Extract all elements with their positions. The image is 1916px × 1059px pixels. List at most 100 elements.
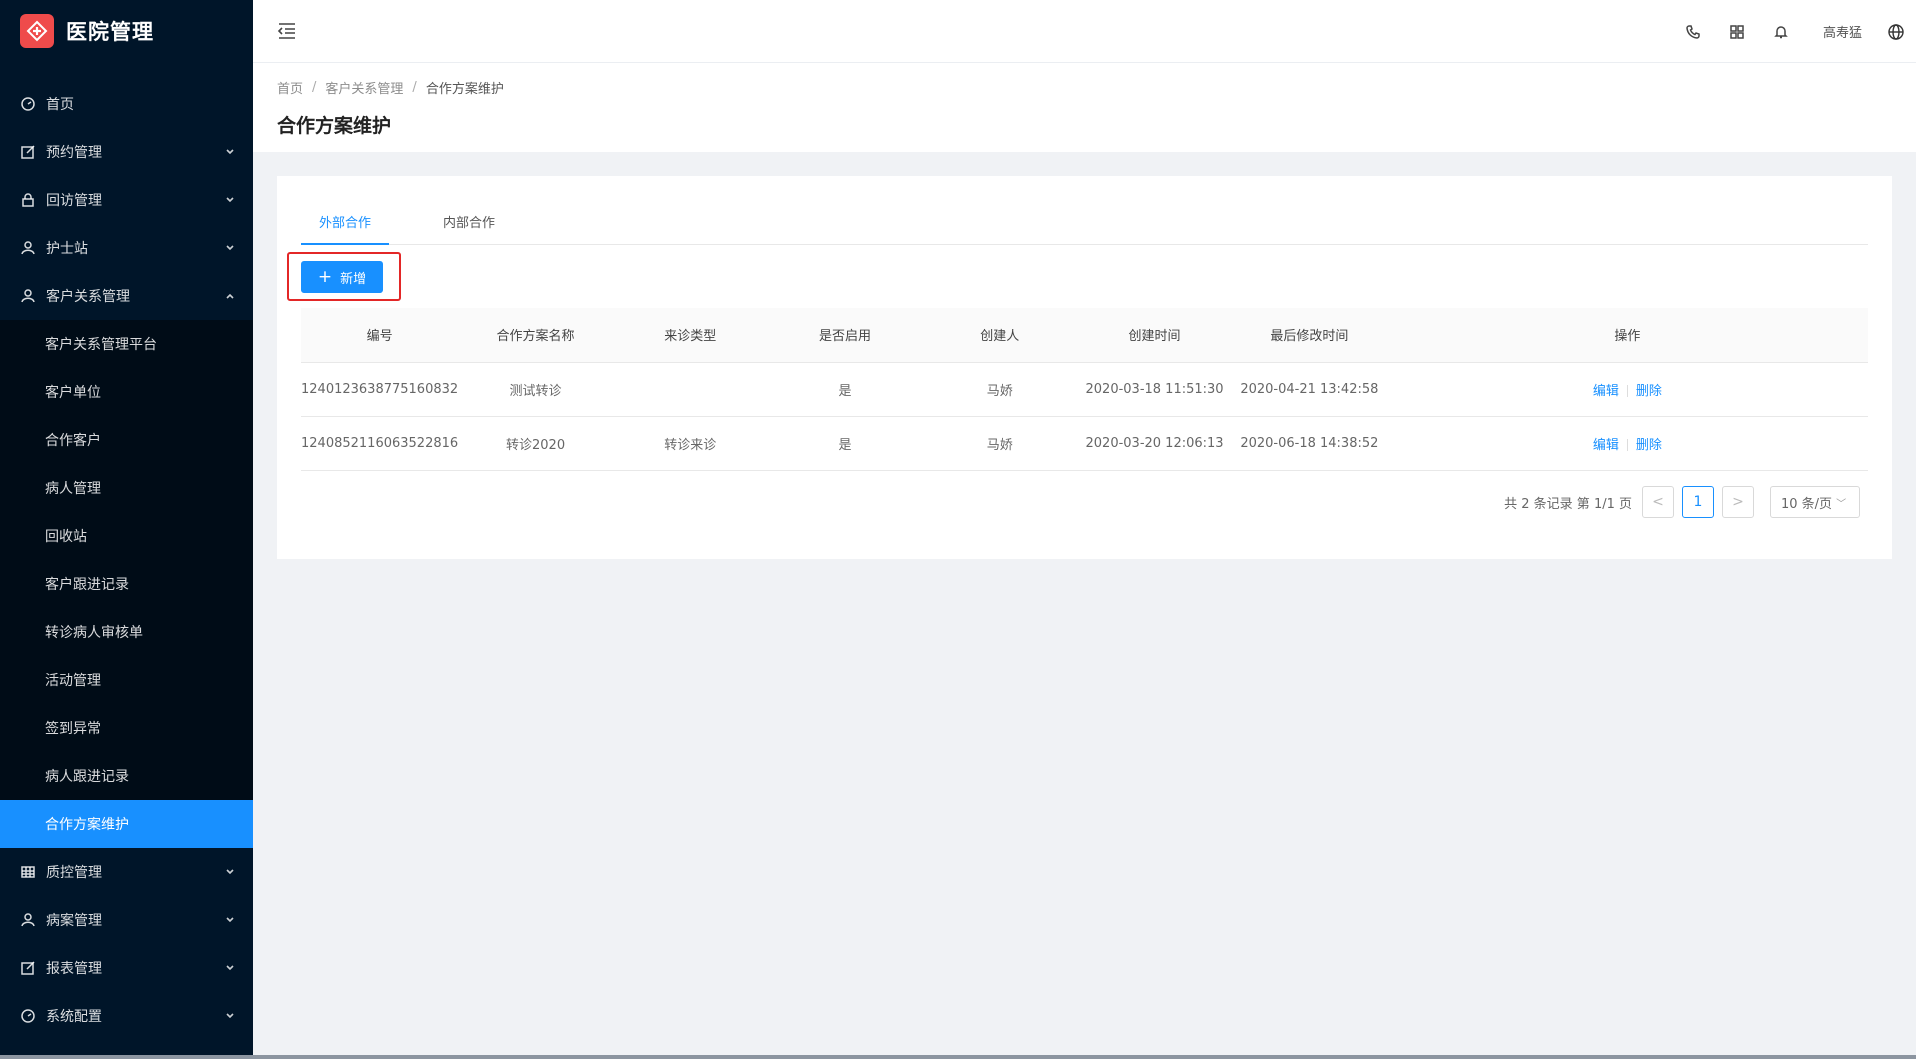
sidebar-item-quality-control[interactable]: 质控管理: [0, 848, 253, 896]
chevron-down-icon: [225, 963, 235, 973]
edit-icon: [20, 144, 36, 160]
pagination: 共 2 条记录 第 1/1 页 < 1 > 10 条/页 ﹀: [1504, 486, 1860, 518]
chevron-down-icon: [225, 867, 235, 877]
chevron-down-icon: [225, 243, 235, 253]
cell-actions: 编辑 删除: [1386, 416, 1868, 471]
page-title: 合作方案维护: [277, 115, 392, 137]
submenu-item-checkin-exception[interactable]: 签到异常: [0, 704, 253, 752]
bell-icon[interactable]: [1759, 0, 1803, 63]
cell-id: 1240123638775160832: [301, 362, 459, 417]
breadcrumb: 首页 / 客户关系管理 / 合作方案维护: [277, 78, 1916, 97]
cell-created-time: 2020-03-18 11:51:30: [1077, 362, 1232, 417]
chevron-down-icon: ﹀: [1836, 498, 1847, 510]
data-table: 编号 合作方案名称 来诊类型 是否启用 创建人 创建时间 最后修改时间 操作 1…: [301, 308, 1868, 471]
sidebar-item-home[interactable]: 首页: [0, 80, 253, 128]
chevron-up-icon: [225, 291, 235, 301]
sidebar-item-nurse-station[interactable]: 护士站: [0, 224, 253, 272]
action-divider: [1626, 439, 1628, 451]
cell-creator: 马娇: [922, 416, 1078, 471]
tab-external-cooperation[interactable]: 外部合作: [301, 211, 389, 245]
table-icon: [20, 864, 36, 880]
submenu-item-label: 病人管理: [45, 481, 101, 497]
delete-link[interactable]: 删除: [1636, 384, 1662, 399]
sidebar-item-label: 病案管理: [46, 913, 102, 929]
phone-icon[interactable]: [1671, 0, 1715, 63]
submenu-item-recycle-bin[interactable]: 回收站: [0, 512, 253, 560]
submenu-item-label: 活动管理: [45, 673, 101, 689]
column-header: 最后修改时间: [1231, 308, 1387, 363]
submenu-item-referral-review[interactable]: 转诊病人审核单: [0, 608, 253, 656]
add-button[interactable]: + 新增: [301, 261, 383, 293]
column-header: 合作方案名称: [458, 308, 613, 363]
sidebar-item-followup[interactable]: 回访管理: [0, 176, 253, 224]
prev-page-button[interactable]: <: [1642, 486, 1674, 518]
table-row: 1240852116063522816 转诊2020 转诊来诊 是 马娇 202…: [301, 416, 1868, 471]
cell-creator: 马娇: [922, 362, 1078, 417]
submenu-item-label: 签到异常: [45, 721, 101, 737]
lock-icon: [20, 192, 36, 208]
submenu-item-activity-management[interactable]: 活动管理: [0, 656, 253, 704]
breadcrumb-separator: /: [312, 80, 317, 95]
cell-id: 1240852116063522816: [301, 416, 459, 471]
submenu-item-customer-unit[interactable]: 客户单位: [0, 368, 253, 416]
user-icon: [20, 912, 36, 928]
user-icon: [20, 288, 36, 304]
sidebar-item-system-config[interactable]: 系统配置: [0, 992, 253, 1040]
sidebar-item-appointment[interactable]: 预约管理: [0, 128, 253, 176]
sidebar-item-reports[interactable]: 报表管理: [0, 944, 253, 992]
chevron-down-icon: [225, 915, 235, 925]
highlight-box: + 新增: [287, 252, 401, 301]
sidebar-item-label: 预约管理: [46, 145, 102, 161]
plus-icon: +: [317, 266, 333, 287]
delete-link[interactable]: 删除: [1636, 438, 1662, 453]
breadcrumb-separator: /: [412, 80, 417, 95]
dashboard-icon: [20, 1008, 36, 1024]
sidebar-item-medical-records[interactable]: 病案管理: [0, 896, 253, 944]
submenu-item-label: 病人跟进记录: [45, 769, 129, 785]
edit-link[interactable]: 编辑: [1593, 438, 1619, 453]
submenu-item-customer-followup[interactable]: 客户跟进记录: [0, 560, 253, 608]
cell-plan-name: 转诊2020: [458, 416, 613, 471]
submenu-item-partner-customer[interactable]: 合作客户: [0, 416, 253, 464]
submenu-item-patient-followup[interactable]: 病人跟进记录: [0, 752, 253, 800]
next-page-button[interactable]: >: [1722, 486, 1754, 518]
cell-plan-name: 测试转诊: [458, 362, 613, 417]
column-header: 来诊类型: [612, 308, 768, 363]
hospital-logo-icon: [20, 14, 54, 48]
cell-modified-time: 2020-04-21 13:42:58: [1231, 362, 1387, 417]
sidebar-item-label: 护士站: [46, 241, 88, 257]
sidebar-item-label: 客户关系管理: [46, 289, 130, 305]
menu-fold-icon[interactable]: [277, 22, 297, 40]
page-button-current[interactable]: 1: [1682, 486, 1714, 518]
sidebar-item-label: 报表管理: [46, 961, 102, 977]
submenu-item-cooperation-plan[interactable]: 合作方案维护: [0, 800, 253, 848]
top-header: 高寿猛: [253, 0, 1916, 63]
column-header: 是否启用: [767, 308, 923, 363]
cell-enabled: 是: [767, 416, 923, 471]
sidebar-item-label: 回访管理: [46, 193, 102, 209]
submenu-item-patient-management[interactable]: 病人管理: [0, 464, 253, 512]
column-header: 操作: [1386, 308, 1868, 363]
header-actions: 高寿猛: [1671, 0, 1916, 63]
logo[interactable]: 医院管理: [0, 0, 253, 62]
sidebar-item-crm[interactable]: 客户关系管理: [0, 272, 253, 320]
user-icon: [20, 240, 36, 256]
cell-enabled: 是: [767, 362, 923, 417]
tab-internal-cooperation[interactable]: 内部合作: [409, 211, 529, 245]
action-divider: [1626, 385, 1628, 397]
breadcrumb-item[interactable]: 客户关系管理: [325, 78, 403, 97]
cell-visit-type: 转诊来诊: [612, 416, 768, 471]
breadcrumb-item[interactable]: 首页: [277, 78, 303, 97]
edit-link[interactable]: 编辑: [1593, 384, 1619, 399]
submenu-item-crm-platform[interactable]: 客户关系管理平台: [0, 320, 253, 368]
chevron-down-icon: [225, 195, 235, 205]
bottom-scrollbar[interactable]: [0, 1055, 1916, 1059]
user-name[interactable]: 高寿猛: [1823, 22, 1862, 41]
page-size-select[interactable]: 10 条/页 ﹀: [1770, 486, 1860, 518]
edit-icon: [20, 960, 36, 976]
sidebar: 医院管理 首页 预约管理 回访管理 护士站 客户关系管理 客户关系管理平台 客户…: [0, 0, 253, 1059]
grid-icon[interactable]: [1715, 0, 1759, 63]
globe-icon[interactable]: [1876, 0, 1916, 63]
submenu-item-label: 客户单位: [45, 385, 101, 401]
cell-visit-type: [612, 362, 768, 417]
